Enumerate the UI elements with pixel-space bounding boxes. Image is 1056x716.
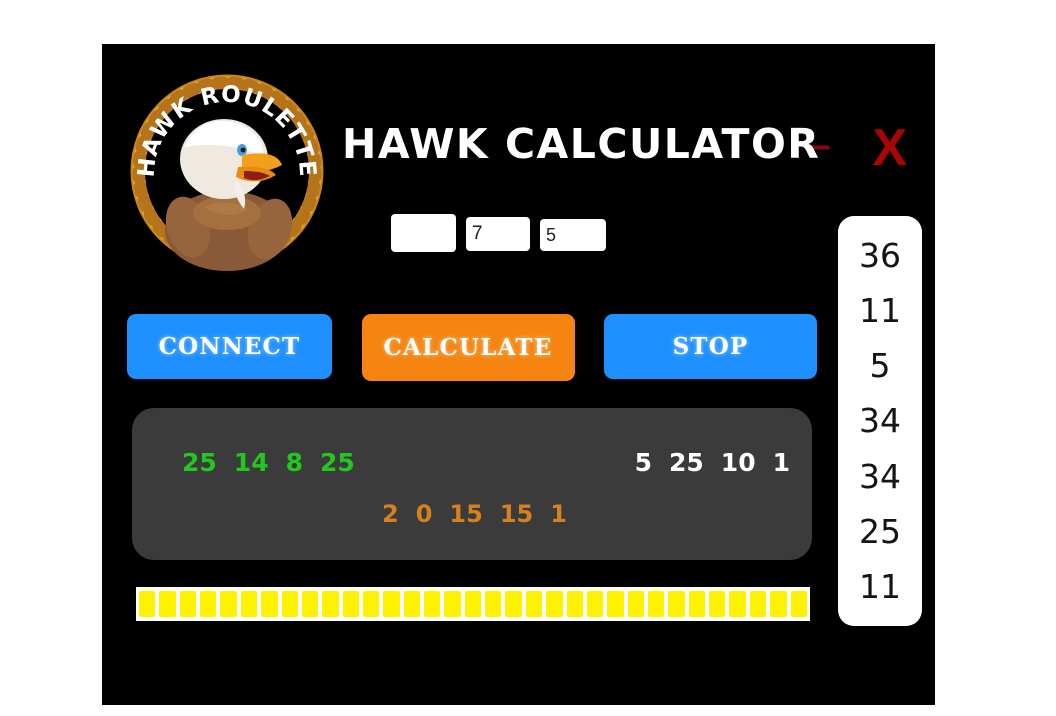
app-window: HAWK ROULETTE – X HAWK CALCULATOR 7 5 CO…: [102, 44, 935, 705]
history-item: 36: [859, 236, 901, 276]
history-item: 34: [859, 456, 901, 496]
history-list[interactable]: 36 11 5 34 34 25 11: [838, 216, 922, 626]
result-number: 14: [233, 448, 269, 477]
progress-segment: [505, 591, 522, 617]
stop-button[interactable]: STOP: [604, 314, 817, 379]
progress-segment: [139, 591, 156, 617]
progress-segment: [464, 591, 482, 617]
history-item: 34: [859, 401, 901, 441]
results-orange-row: 2 0 15 15 1: [382, 500, 567, 528]
progress-bar: [136, 587, 810, 621]
progress-segment: [403, 591, 421, 617]
progress-segment: [220, 591, 237, 617]
result-number: 25: [320, 448, 355, 477]
history-item: 5: [869, 346, 891, 386]
result-number: 10: [720, 448, 756, 477]
progress-segment: [362, 591, 380, 617]
progress-segment: [627, 591, 644, 617]
result-number: 15: [449, 500, 483, 528]
result-number: 15: [499, 500, 534, 528]
progress-segment: [424, 591, 441, 617]
progress-segment: [444, 591, 461, 617]
result-number: 8: [285, 448, 303, 477]
progress-segment: [200, 591, 217, 617]
progress-segment: [383, 591, 400, 617]
progress-segment: [709, 591, 726, 617]
result-number: 1: [550, 500, 567, 528]
progress-segment: [342, 591, 359, 617]
connect-button[interactable]: CONNECT: [127, 314, 332, 379]
progress-segment: [729, 591, 746, 617]
progress-segment: [688, 591, 706, 617]
progress-segment: [322, 591, 339, 617]
result-number: 25: [182, 448, 217, 477]
progress-segment: [179, 591, 197, 617]
progress-segment: [749, 591, 767, 617]
history-item: 25: [859, 511, 901, 551]
progress-segment: [159, 591, 176, 617]
progress-segment: [607, 591, 624, 617]
results-panel: 25 14 8 25 5 25 10 1 2 0 15 15 1: [132, 408, 812, 560]
input-field-a[interactable]: [391, 214, 456, 252]
progress-segment: [770, 591, 787, 617]
progress-segment: [525, 591, 543, 617]
input-row: [391, 214, 606, 252]
result-number: 0: [415, 500, 433, 528]
hawk-roulette-logo: HAWK ROULETTE: [124, 55, 330, 279]
input-field-c[interactable]: [540, 219, 606, 251]
calculate-button[interactable]: CALCULATE: [361, 314, 575, 381]
result-number: 25: [669, 448, 704, 477]
button-row: CONNECT CALCULATE STOP: [127, 314, 817, 381]
results-white-row: 5 25 10 1: [635, 448, 790, 477]
progress-segment: [790, 591, 807, 617]
history-item: 11: [859, 291, 901, 331]
window-controls: – X: [808, 122, 907, 174]
progress-segment: [647, 591, 665, 617]
close-icon[interactable]: X: [872, 122, 907, 174]
progress-segment: [281, 591, 298, 617]
progress-segment: [668, 591, 685, 617]
progress-segment: [485, 591, 502, 617]
page-title: HAWK CALCULATOR: [342, 120, 821, 168]
results-green-row: 25 14 8 25: [182, 448, 355, 477]
input-field-b[interactable]: [466, 217, 530, 251]
progress-segment: [301, 591, 319, 617]
result-number: 2: [382, 500, 399, 528]
progress-segment: [566, 591, 583, 617]
progress-segment: [240, 591, 258, 617]
result-number: 5: [634, 448, 652, 477]
result-number: 1: [772, 448, 790, 477]
history-item: 11: [859, 566, 901, 606]
progress-segment: [586, 591, 604, 617]
progress-segment: [261, 591, 278, 617]
progress-segment: [546, 591, 563, 617]
